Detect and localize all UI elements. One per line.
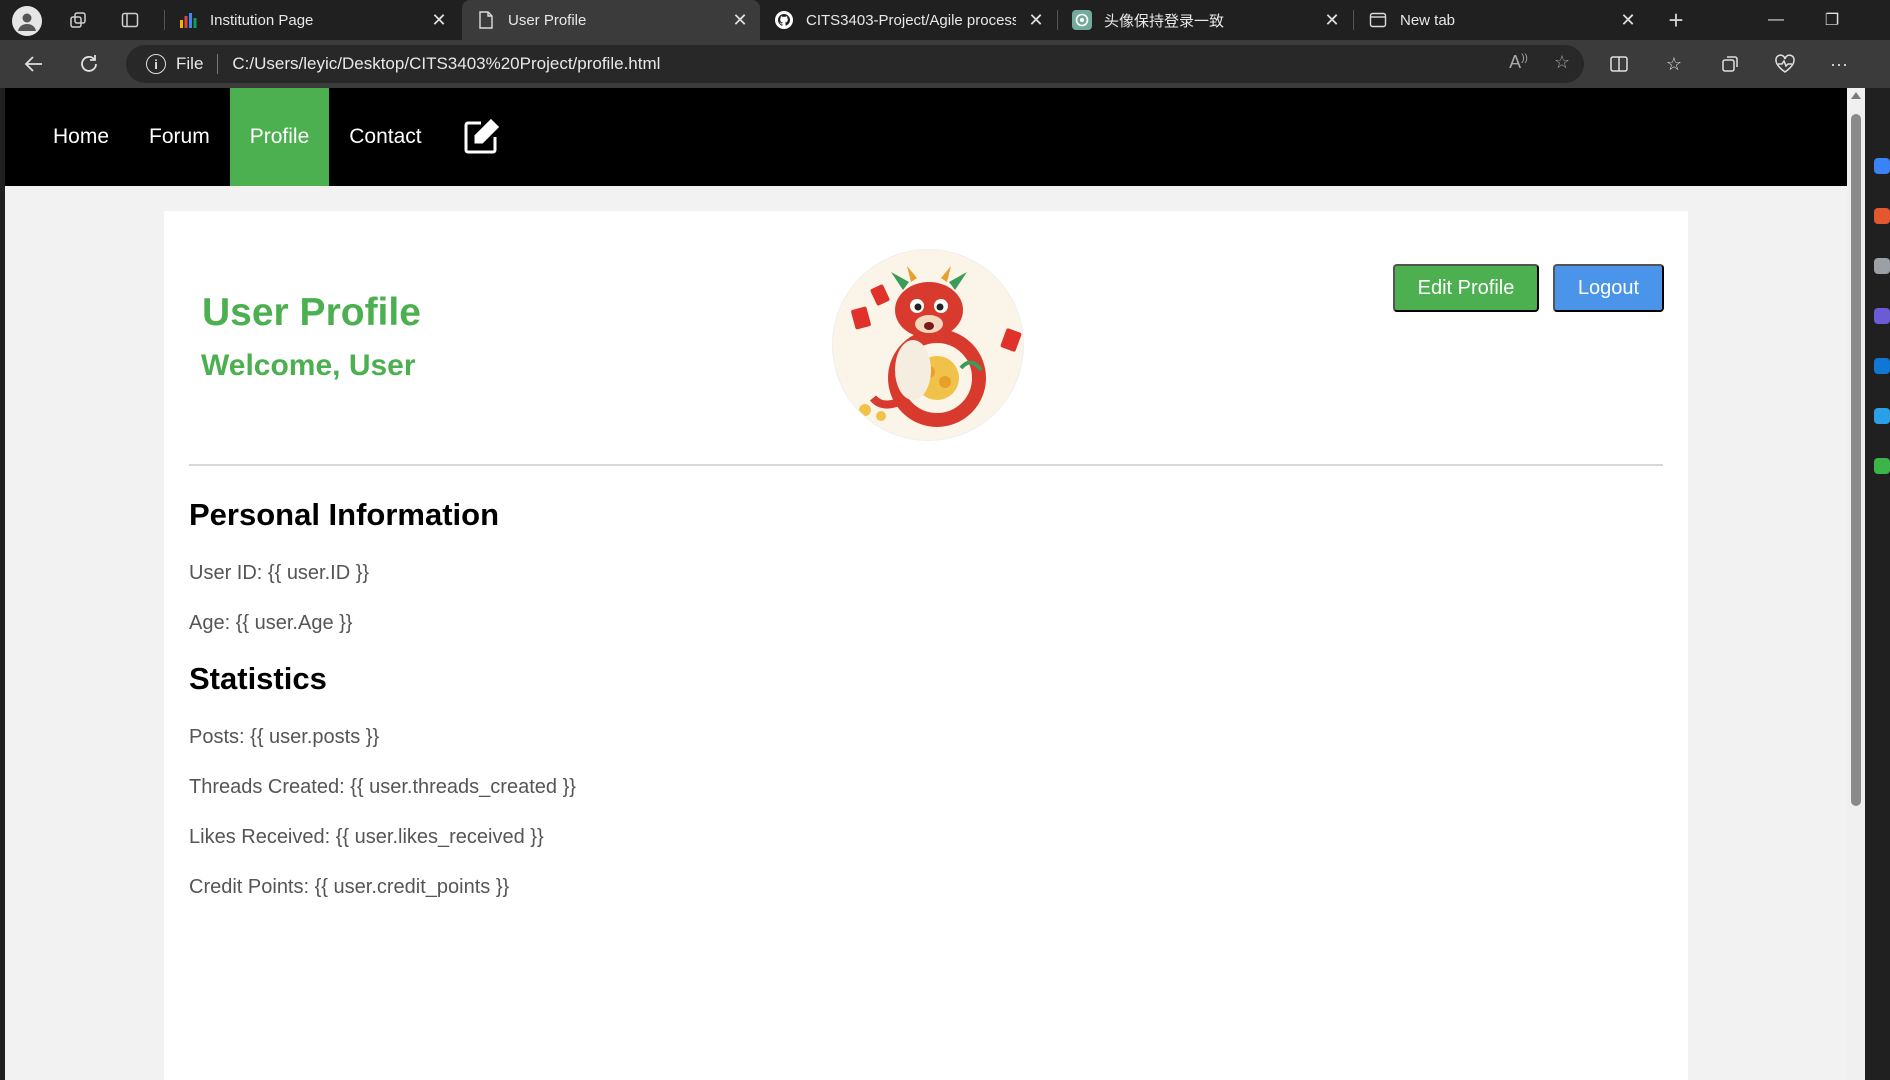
sidebar-app-icon[interactable]	[1874, 308, 1890, 324]
close-icon[interactable]: ✕	[730, 10, 750, 30]
statistics-heading: Statistics	[189, 661, 327, 696]
workspaces-button[interactable]	[62, 6, 94, 34]
refresh-button[interactable]	[71, 48, 107, 80]
close-icon[interactable]: ✕	[429, 10, 449, 30]
nav-profile[interactable]: Profile	[229, 88, 330, 186]
tab-title: New tab	[1400, 11, 1456, 29]
tab-title: User Profile	[508, 11, 587, 29]
split-screen-button[interactable]	[1602, 48, 1636, 80]
plus-icon: +	[1668, 4, 1684, 35]
sidebar-app-icon[interactable]	[1874, 358, 1890, 374]
bar-chart-icon	[178, 10, 198, 30]
avatar	[832, 249, 1024, 441]
sidebar-app-icon[interactable]	[1874, 208, 1890, 224]
favorites-button[interactable]: ☆	[1657, 48, 1691, 80]
tab-chatgpt[interactable]: 头像保持登录一致 ✕	[1058, 0, 1352, 40]
github-icon	[774, 10, 794, 30]
info-icon[interactable]: i	[146, 54, 166, 74]
section-divider	[189, 464, 1663, 466]
browser-toolbar: i File C:/Users/leyic/Desktop/CITS3403%2…	[0, 40, 1890, 88]
document-icon	[476, 10, 496, 30]
nav-contact[interactable]: Contact	[329, 88, 441, 186]
page-viewport: Home Forum Profile Contact User Profile …	[5, 88, 1850, 1080]
tab-title: CITS3403-Project/Agile processes	[806, 11, 1016, 29]
sidebar-app-icon[interactable]	[1874, 458, 1890, 474]
credits-text: Credit Points: {{ user.credit_points }}	[189, 876, 510, 898]
workspaces-icon	[70, 12, 86, 28]
nav-forum[interactable]: Forum	[129, 88, 230, 186]
minimize-icon: —	[1768, 11, 1784, 28]
tab-new-tab[interactable]: New tab ✕	[1354, 0, 1648, 40]
browser-tab-strip: Institution Page ✕ User Profile ✕ CITS34…	[0, 0, 1890, 40]
new-tab-button[interactable]: +	[1660, 4, 1692, 35]
posts-text: Posts: {{ user.posts }}	[189, 726, 380, 748]
site-navbar: Home Forum Profile Contact	[5, 88, 1847, 186]
tab-title: Institution Page	[210, 11, 314, 29]
read-aloud-icon[interactable]: A))	[1509, 52, 1528, 73]
likes-text: Likes Received: {{ user.likes_received }…	[189, 826, 544, 848]
sidebar-app-icon[interactable]	[1874, 158, 1890, 174]
back-arrow-icon	[24, 56, 42, 72]
collections-button[interactable]	[1713, 48, 1747, 80]
new-post-button[interactable]	[442, 88, 520, 186]
minimize-button[interactable]: —	[1748, 0, 1804, 40]
back-button[interactable]	[16, 48, 52, 80]
nav-home[interactable]: Home	[33, 88, 129, 186]
welcome-message: Welcome, User	[201, 349, 416, 382]
browser-sidebar	[1870, 88, 1890, 1080]
threads-text: Threads Created: {{ user.threads_created…	[189, 776, 576, 798]
user-avatar-icon	[18, 13, 36, 31]
sidebar-app-icon[interactable]	[1874, 408, 1890, 424]
edit-pencil-icon	[464, 118, 499, 154]
close-icon[interactable]: ✕	[1618, 10, 1638, 30]
favorite-star-icon[interactable]: ☆	[1554, 52, 1570, 73]
dragon-avatar-image	[833, 250, 1023, 440]
address-bar[interactable]: i File C:/Users/leyic/Desktop/CITS3403%2…	[126, 45, 1584, 83]
close-icon[interactable]: ✕	[1026, 10, 1046, 30]
scroll-up-icon[interactable]	[1851, 92, 1861, 99]
tab-github[interactable]: CITS3403-Project/Agile processes ✕	[760, 0, 1056, 40]
more-dots-icon: ···	[1830, 53, 1848, 74]
tab-institution-page[interactable]: Institution Page ✕	[164, 0, 459, 40]
page-title: User Profile	[202, 291, 421, 334]
url-text[interactable]: C:/Users/leyic/Desktop/CITS3403%20Projec…	[232, 54, 660, 74]
browser-essentials-button[interactable]	[1768, 48, 1802, 80]
vertical-tabs-icon	[121, 12, 139, 28]
sidebar-app-icon[interactable]	[1874, 258, 1890, 274]
user-id-text: User ID: {{ user.ID }}	[189, 562, 370, 584]
settings-more-button[interactable]: ···	[1822, 48, 1856, 80]
restore-button[interactable]: ❐	[1804, 0, 1860, 40]
chatgpt-icon	[1072, 10, 1092, 30]
restore-icon: ❐	[1824, 12, 1840, 29]
new-tab-icon	[1368, 10, 1388, 30]
edit-profile-button[interactable]: Edit Profile	[1393, 264, 1539, 312]
tab-actions-button[interactable]	[114, 6, 146, 34]
split-screen-icon	[1610, 56, 1628, 72]
scrollbar-thumb[interactable]	[1851, 114, 1861, 806]
scheme-label: File	[176, 54, 204, 73]
refresh-icon	[81, 55, 97, 72]
logout-button[interactable]: Logout	[1553, 264, 1664, 312]
close-icon[interactable]: ✕	[1322, 10, 1342, 30]
favorites-icon: ☆	[1665, 53, 1683, 74]
browser-profile-button[interactable]	[12, 6, 42, 36]
tab-user-profile[interactable]: User Profile ✕	[462, 0, 760, 40]
personal-info-heading: Personal Information	[189, 497, 500, 532]
collections-icon	[1722, 56, 1738, 72]
heart-pulse-icon	[1775, 54, 1795, 73]
page-scrollbar[interactable]	[1847, 88, 1865, 1080]
age-text: Age: {{ user.Age }}	[189, 612, 353, 634]
tab-title: 头像保持登录一致	[1104, 12, 1225, 30]
profile-card: User Profile Welcome, User Edit Profile …	[164, 211, 1688, 1080]
